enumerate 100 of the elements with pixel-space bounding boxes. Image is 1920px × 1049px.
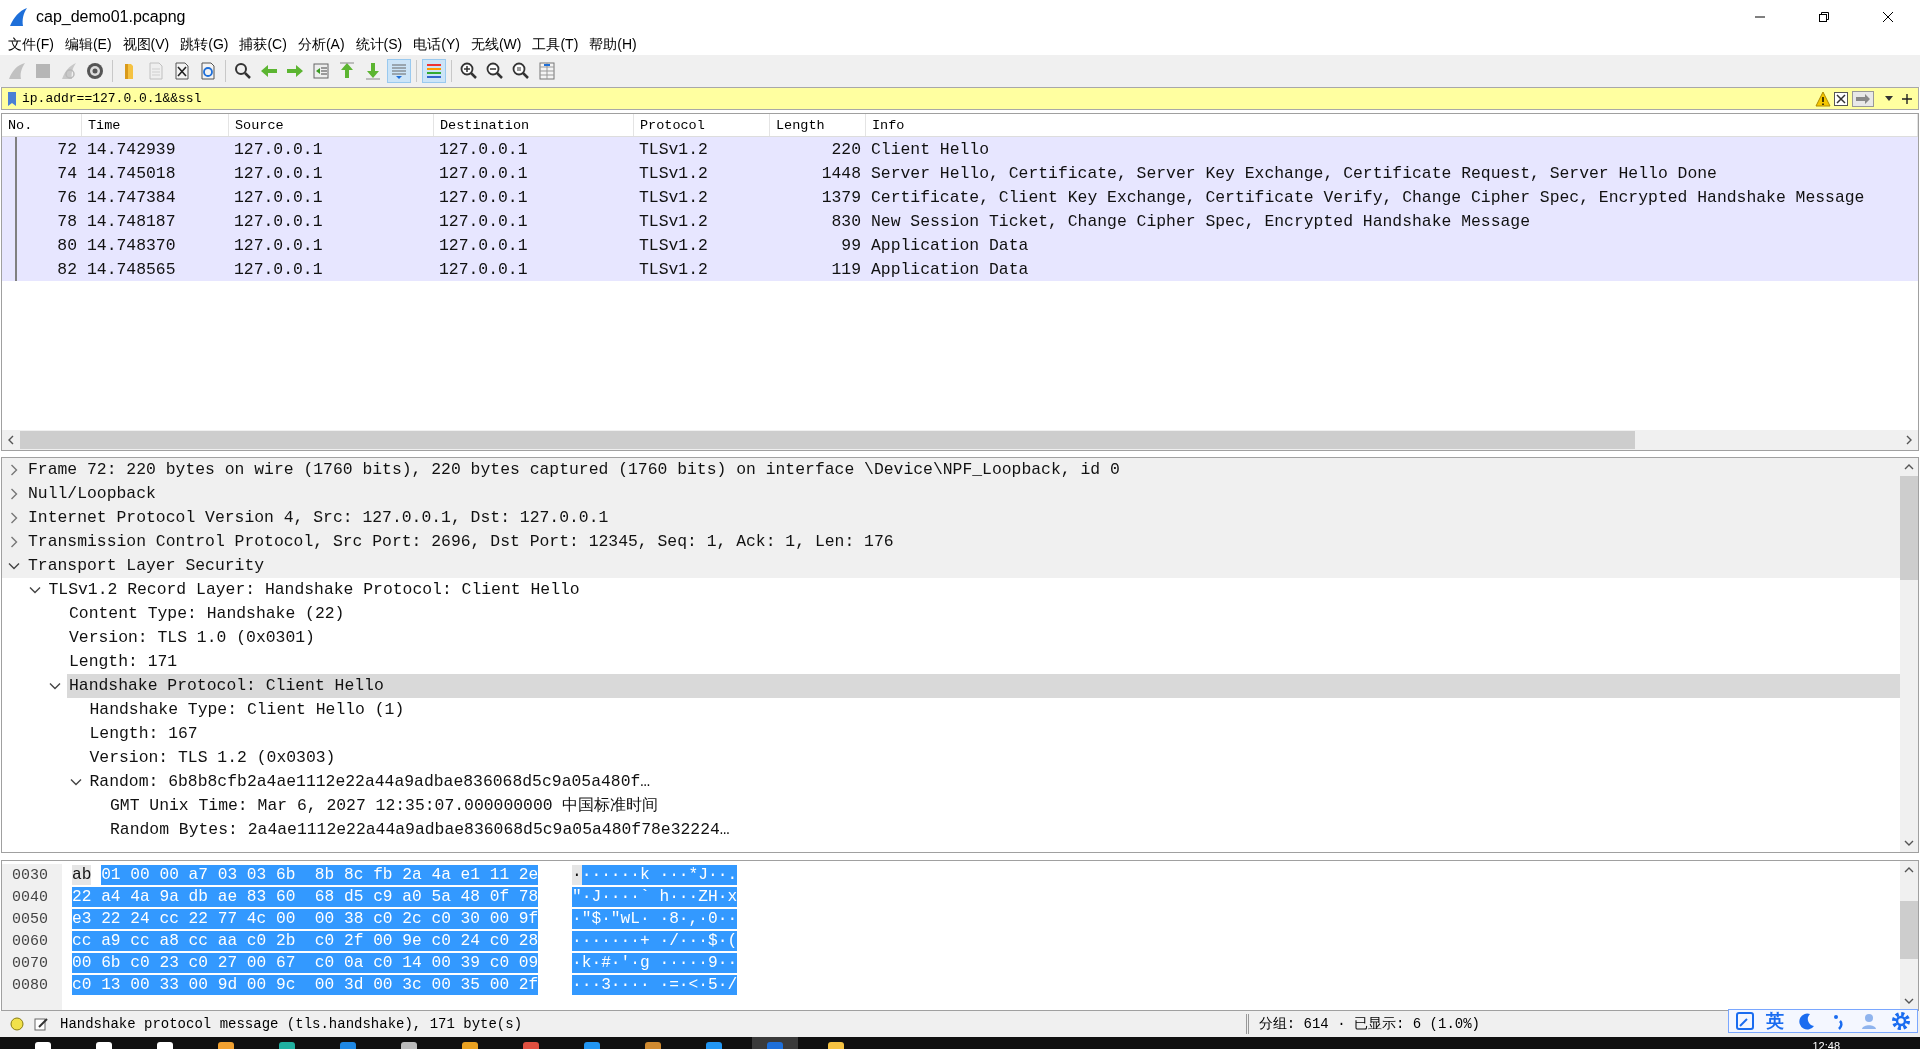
- ascii-bytes[interactable]: ·: [572, 865, 582, 885]
- table-cell-text: 14.745018: [86, 163, 177, 183]
- restart-icon: [59, 61, 79, 81]
- table-cell-text: 127.0.0.1: [438, 235, 529, 255]
- table-cell-text: 127.0.0.1: [233, 187, 324, 207]
- scrollbar[interactable]: [1900, 458, 1918, 852]
- chevron-up-icon[interactable]: [1904, 866, 1914, 874]
- menu-item[interactable]: 统计(S): [351, 35, 410, 54]
- clear-button[interactable]: [1833, 90, 1849, 107]
- tree-item[interactable]: TLSv1.2 Record Layer: Handshake Protocol: Client Hello: [46, 578, 1900, 602]
- table-cell-text: 127.0.0.1: [438, 163, 529, 183]
- table-cell-text: TLSv1.2: [638, 235, 709, 255]
- table-cell-text: 78: [56, 211, 78, 231]
- packet-count: 分组: 614 · 已显示: 6 (1.0%): [1245, 1014, 1480, 1034]
- reload-icon: [198, 61, 218, 81]
- zoom-reset-icon: [511, 61, 531, 81]
- right-arrow-icon: [1855, 93, 1871, 104]
- gear-icon: [85, 61, 105, 81]
- table-cell-text: 127.0.0.1: [438, 187, 529, 207]
- table-cell-text: 830: [830, 211, 862, 231]
- packet-row[interactable]: 80 14.748370 127.0.0.1 127.0.0.1 TLSv1.2 99 Application Data: [2, 233, 1918, 257]
- column-header[interactable]: Protocol: [634, 114, 770, 136]
- hex-bytes[interactable]: ab: [72, 865, 92, 885]
- tree-item[interactable]: Handshake Type: Client Hello (1): [87, 698, 1900, 722]
- menu-item[interactable]: 视图(V): [118, 35, 177, 54]
- table-cell-text: Certificate, Client Key Exchange, Certificate Verify, Change Cipher Spec, Encrypted Handshake Message: [870, 187, 1866, 207]
- menu-item[interactable]: 文件(F): [4, 35, 61, 54]
- fin-icon: [7, 61, 27, 81]
- bookmark-icon[interactable]: [6, 90, 18, 107]
- menu-item[interactable]: 无线(W): [466, 35, 529, 54]
- zoom-out-icon: [485, 61, 505, 81]
- menu-item[interactable]: 电话(Y): [409, 35, 467, 54]
- byte-offset: 0030: [11, 866, 48, 884]
- column-header[interactable]: Info: [866, 114, 1918, 136]
- chevron-right-icon[interactable]: [1905, 435, 1913, 445]
- settings-icon[interactable]: [1891, 1011, 1912, 1031]
- tree-item[interactable]: Content Type: Handshake (22): [67, 602, 1900, 626]
- table-cell-text: TLSv1.2: [638, 163, 709, 183]
- chevron-left-icon[interactable]: [7, 435, 15, 445]
- close-icon: [1834, 91, 1848, 106]
- table-cell-text: 119: [830, 259, 862, 279]
- table-cell-text: 72: [56, 139, 78, 159]
- packet-row[interactable]: 76 14.747384 127.0.0.1 127.0.0.1 TLSv1.2 1379 Certificate, Client Key Exchange, Certificate Verify, Change Cipher Spec, Encrypted Handshake Message: [2, 185, 1918, 209]
- tree-item[interactable]: Length: 171: [67, 650, 1900, 674]
- packet-row[interactable]: 72 14.742939 127.0.0.1 127.0.0.1 TLSv1.2 220 Client Hello: [2, 137, 1918, 161]
- table-cell-text: 82: [56, 259, 78, 279]
- table-cell-text: 74: [56, 163, 78, 183]
- table-cell-text: 1379: [820, 187, 862, 207]
- keyboard-icon[interactable]: [1734, 1011, 1755, 1031]
- zoom-in-icon: [459, 61, 479, 81]
- up-arrow-icon: [337, 61, 357, 81]
- packet-row[interactable]: 82 14.748565 127.0.0.1 127.0.0.1 TLSv1.2 119 Application Data: [2, 257, 1918, 281]
- filter-field[interactable]: ip.addr==127.0.0.1&&ssl: [22, 89, 1814, 108]
- chevron-down-icon[interactable]: [1904, 997, 1914, 1005]
- restore-icon: [1818, 11, 1830, 23]
- chevron-up-icon[interactable]: [1904, 463, 1914, 471]
- column-header[interactable]: Length: [770, 114, 866, 136]
- scrollbar[interactable]: [2, 430, 1918, 450]
- table-cell-text: TLSv1.2: [638, 139, 709, 159]
- tree-item[interactable]: Version: TLS 1.2 (0x0303): [87, 746, 1900, 770]
- menu-item[interactable]: 帮助(H): [585, 35, 644, 54]
- scroll-list-icon: [389, 61, 409, 81]
- tree-item[interactable]: GMT Unix Time: Mar 6, 2027 12:35:07.000000000 中国标准时间: [108, 794, 1900, 818]
- tree-item[interactable]: Random Bytes: 2a4ae1112e22a44a9adbae836068d5c9a05a480f78e32224…: [108, 818, 1900, 842]
- table-cell-text: TLSv1.2: [638, 211, 709, 231]
- color-lines-button[interactable]: [422, 59, 446, 83]
- edit-icon[interactable]: [34, 1017, 48, 1031]
- scrollbar[interactable]: [1900, 861, 1918, 1010]
- table-cell-text: Application Data: [870, 259, 1030, 279]
- table-cell-text: 127.0.0.1: [438, 139, 529, 159]
- table-cell-text: Server Hello, Certificate, Server Key Exchange, Certificate Request, Server Hello Done: [870, 163, 1718, 183]
- table-cell-text: 1448: [820, 163, 862, 183]
- close-file-icon: [172, 61, 192, 81]
- column-header[interactable]: Destination: [434, 114, 634, 136]
- chevron-down-icon[interactable]: [1904, 839, 1914, 847]
- menu-item[interactable]: 工具(T): [528, 35, 586, 54]
- packet-row[interactable]: 74 14.745018 127.0.0.1 127.0.0.1 TLSv1.2 1448 Server Hello, Certificate, Server Key Exchange, Certificate Request, Server Hello Done: [2, 161, 1918, 185]
- menu-item[interactable]: 分析(A): [293, 35, 352, 54]
- tree-item[interactable]: Handshake Protocol: Client Hello: [67, 674, 1900, 698]
- table-cell-text: 14.748370: [86, 235, 177, 255]
- column-header[interactable]: No.: [2, 114, 82, 136]
- menu-item[interactable]: 编辑(E): [60, 35, 119, 54]
- packet-row[interactable]: 78 14.748187 127.0.0.1 127.0.0.1 TLSv1.2 830 New Session Ticket, Change Cipher Spec, Encrypted Handshake Message: [2, 209, 1918, 233]
- moon-icon[interactable]: [1796, 1011, 1817, 1031]
- table-cell-text: 220: [830, 139, 862, 159]
- tree-item[interactable]: Random: 6b8b8cfb2a4ae1112e22a44a9adbae836068d5c9a05a480f…: [87, 770, 1900, 794]
- byte-offset: 0050: [11, 910, 48, 928]
- menu-item[interactable]: 捕获(C): [235, 35, 294, 54]
- menu-item[interactable]: 跳转(G): [176, 35, 236, 54]
- filter-bar[interactable]: ip.addr==127.0.0.1&&ssl: [1, 87, 1919, 110]
- column-header[interactable]: Source: [229, 114, 434, 136]
- resize-columns-icon: [537, 61, 557, 81]
- status-dot-icon[interactable]: [10, 1017, 24, 1031]
- column-header[interactable]: Time: [82, 114, 229, 136]
- color-lines-icon: [424, 61, 444, 81]
- tree-item[interactable]: Version: TLS 1.0 (0x0301): [67, 626, 1900, 650]
- tree-item[interactable]: Length: 167: [87, 722, 1900, 746]
- byte-offset: 0070: [11, 954, 48, 972]
- table-cell-text: 127.0.0.1: [233, 259, 324, 279]
- language-toggle[interactable]: 英: [1766, 1009, 1785, 1033]
